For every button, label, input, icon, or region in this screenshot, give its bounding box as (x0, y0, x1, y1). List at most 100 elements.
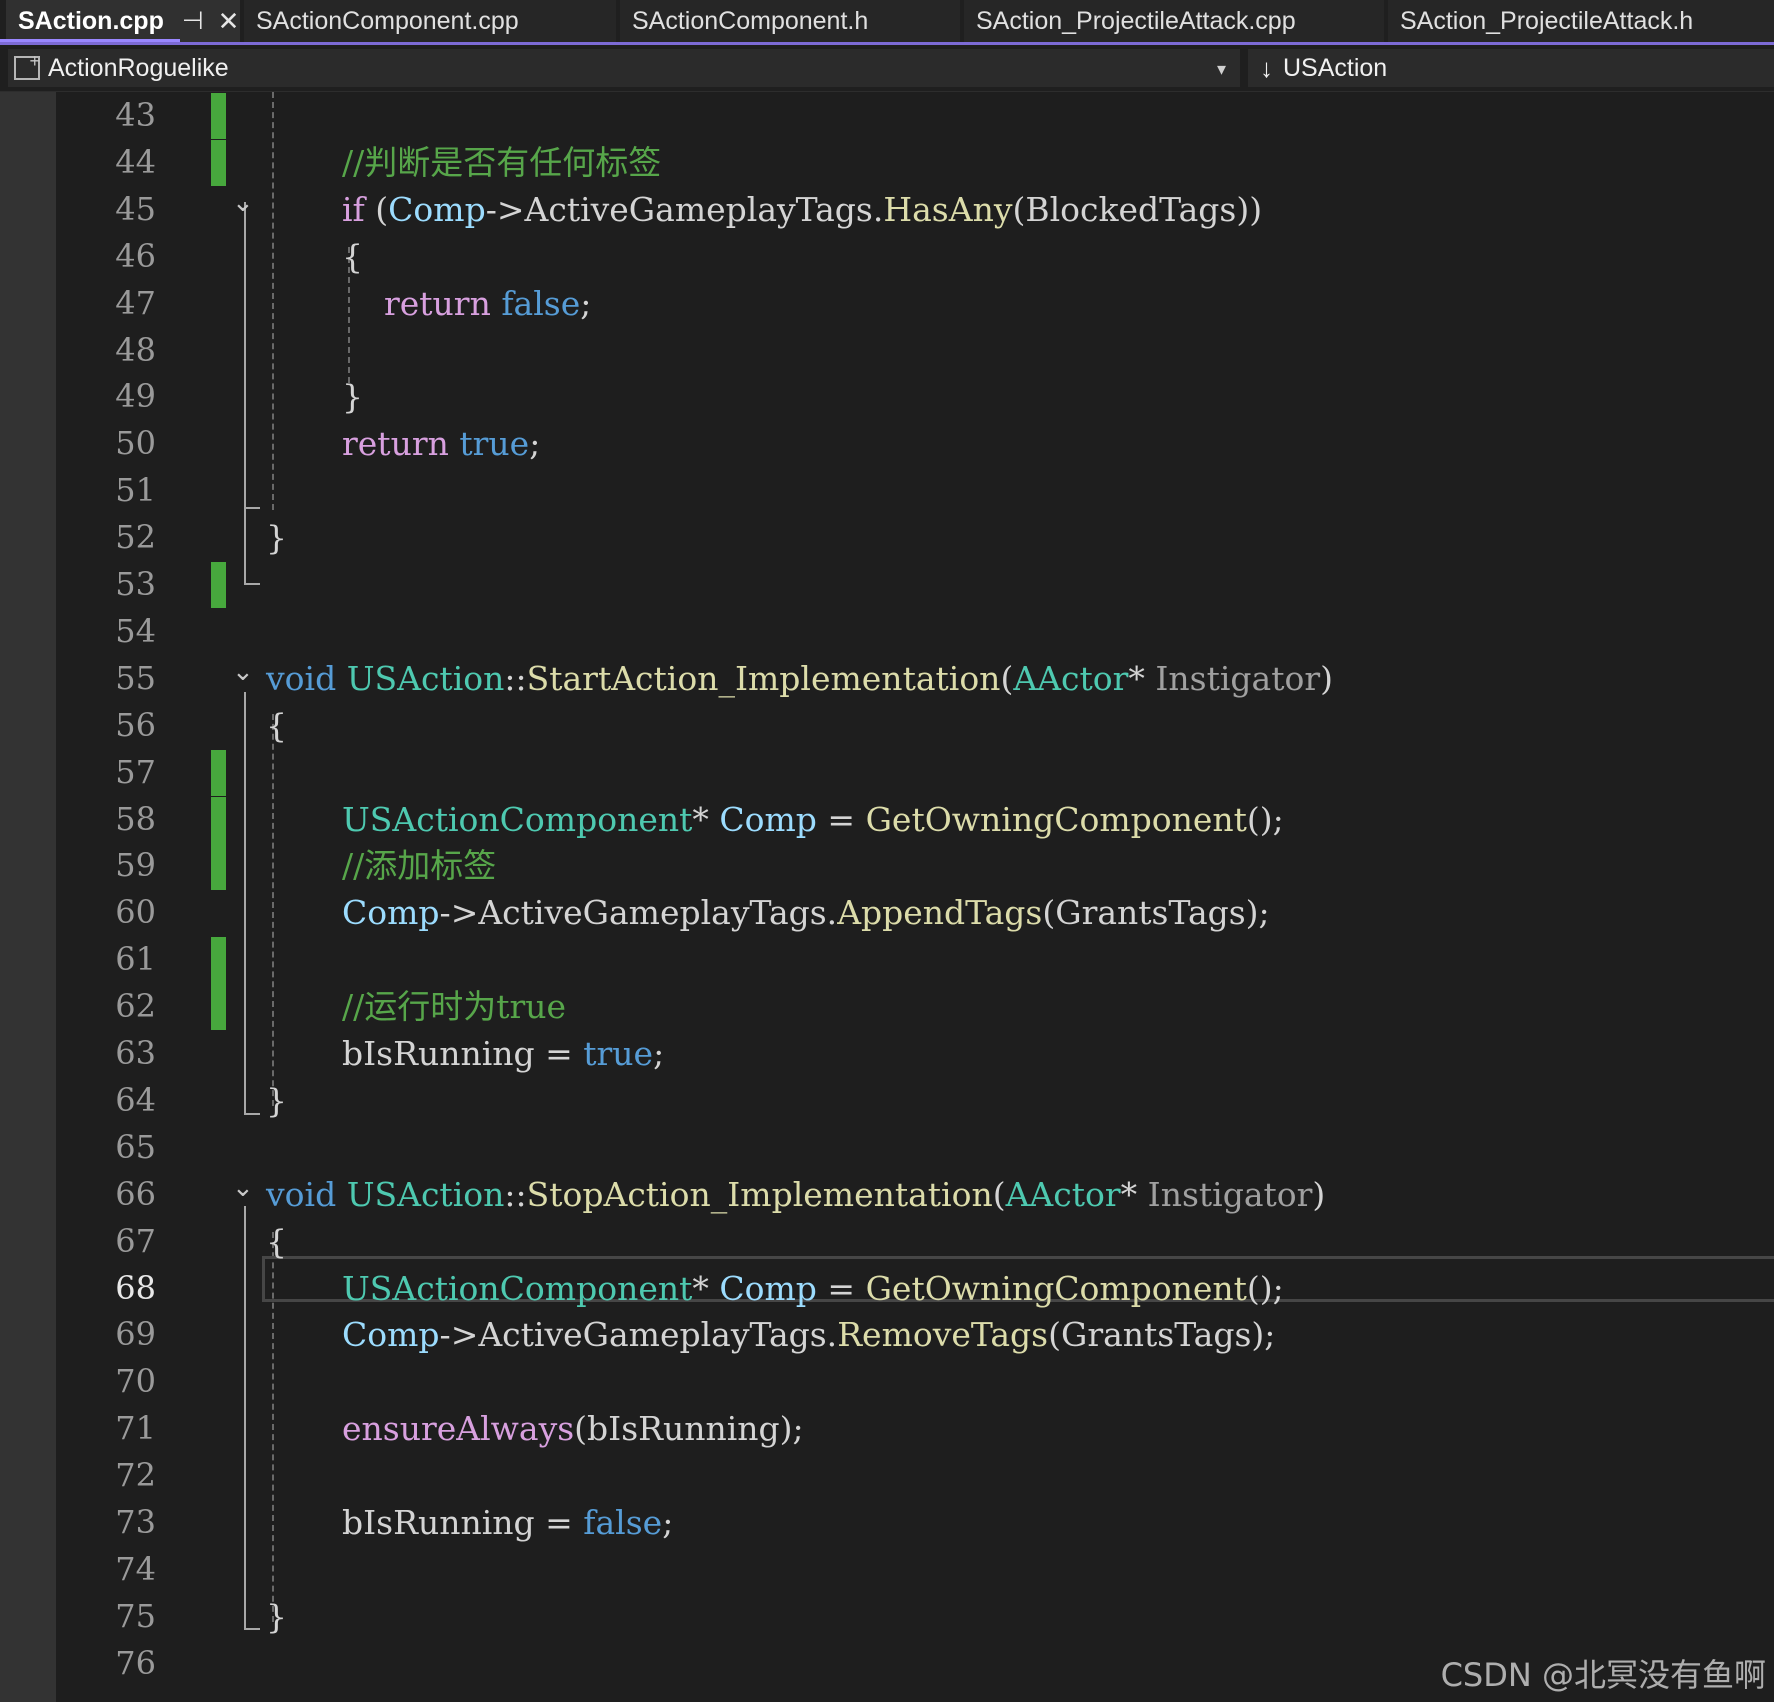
code-line[interactable]: ensureAlways(bIsRunning); (342, 1405, 804, 1452)
code-line[interactable]: { (266, 702, 287, 749)
code-token: ; (529, 424, 541, 464)
fold-region-end (244, 1628, 260, 1630)
code-line[interactable]: return false; (342, 280, 591, 327)
code-token: false (583, 1503, 663, 1542)
line-number: 65 (115, 1127, 156, 1166)
line-number: 62 (115, 987, 156, 1026)
code-line[interactable]: USActionComponent* Comp = GetOwningCompo… (342, 1265, 1284, 1312)
line-number: 72 (115, 1456, 156, 1495)
code-line[interactable]: } (266, 1077, 287, 1124)
code-line[interactable]: //添加标签 (342, 842, 496, 889)
code-token: StopAction_Implementation (526, 1174, 993, 1214)
navigation-bar: ActionRoguelike ▾ ↓ USAction (0, 45, 1774, 92)
code-line[interactable]: bIsRunning = false; (342, 1499, 673, 1546)
tab-saction-projectileattack-cpp[interactable]: SAction_ProjectileAttack.cpp (964, 0, 1384, 42)
code-token: = (816, 1268, 866, 1308)
code-line[interactable]: //判断是否有任何标签 (342, 139, 661, 186)
line-number: 51 (115, 471, 156, 510)
indent-guide (272, 714, 274, 1106)
arrow-down-icon: ↓ (1260, 52, 1273, 83)
code-token: { (342, 236, 363, 276)
code-token: (GrantsTags); (1042, 893, 1270, 933)
code-token: (); (1246, 1268, 1284, 1308)
code-token: GetOwningComponent (865, 1268, 1247, 1308)
change-indicator (211, 984, 226, 1031)
code-token: Instigator (1147, 1174, 1313, 1214)
line-number: 52 (115, 518, 156, 557)
code-token: bIsRunning = (342, 1034, 584, 1073)
tab-label: SAction.cpp (18, 6, 164, 35)
code-line[interactable]: return true; (342, 420, 540, 467)
pin-icon[interactable]: ⊣ (182, 6, 204, 36)
code-token: } (266, 1596, 287, 1636)
code-line[interactable]: bIsRunning = true; (342, 1030, 664, 1077)
close-icon[interactable]: ✕ (218, 6, 240, 37)
code-token: (BlockedTags)) (1012, 189, 1263, 229)
project-dropdown[interactable]: ActionRoguelike ▾ (8, 49, 1240, 87)
code-token: true (459, 424, 530, 464)
tab-sactioncomponent-cpp[interactable]: SActionComponent.cpp (244, 0, 616, 42)
line-number: 49 (115, 377, 156, 416)
line-number: 55 (115, 658, 156, 697)
tab-sactioncomponent-h[interactable]: SActionComponent.h (620, 0, 960, 42)
code-token: { (266, 1221, 287, 1261)
code-line[interactable]: //运行时为true (342, 983, 566, 1030)
line-number: 46 (115, 236, 156, 275)
tab-saction-projectileattack-h[interactable]: SAction_ProjectileAttack.h (1388, 0, 1774, 42)
line-number: 75 (115, 1596, 156, 1635)
code-token: USActionComponent (342, 799, 693, 839)
line-number: 47 (115, 283, 156, 322)
tab-label: SActionComponent.h (632, 6, 869, 35)
code-line[interactable]: } (266, 514, 287, 561)
code-token: } (266, 1080, 287, 1120)
line-number: 71 (115, 1409, 156, 1448)
line-number: 70 (115, 1362, 156, 1401)
line-number: 50 (115, 424, 156, 463)
code-token: ) (1320, 658, 1333, 698)
code-line[interactable]: Comp->ActiveGameplayTags.RemoveTags(Gran… (342, 1311, 1275, 1358)
code-token: Instigator (1155, 658, 1321, 698)
code-line[interactable]: } (266, 1593, 287, 1640)
change-indicator (211, 139, 226, 187)
code-line[interactable]: { (342, 233, 363, 280)
line-number: 66 (115, 1174, 156, 1213)
code-token: * (692, 1268, 720, 1308)
code-token: ; (662, 1503, 674, 1542)
line-number: 53 (115, 565, 156, 603)
project-label: ActionRoguelike (48, 53, 229, 82)
chevron-down-icon[interactable]: ▾ (1217, 59, 1226, 80)
line-number: 74 (115, 1549, 156, 1588)
line-number: 57 (115, 752, 156, 791)
code-token: ) (1312, 1174, 1326, 1214)
code-line[interactable]: if (Comp->ActiveGameplayTags.HasAny(Bloc… (342, 186, 1262, 233)
code-line[interactable]: void USAction::StopAction_Implementation… (266, 1171, 1325, 1218)
code-token: Comp (388, 189, 486, 229)
code-line[interactable]: USActionComponent* Comp = GetOwningCompo… (342, 796, 1284, 843)
fold-chevron-icon[interactable]: ⌄ (232, 649, 254, 696)
tab-label: SActionComponent.cpp (256, 6, 519, 35)
code-line[interactable]: } (342, 373, 363, 420)
member-dropdown[interactable]: ↓ USAction (1248, 49, 1774, 87)
code-line[interactable]: void USAction::StartAction_Implementatio… (266, 655, 1333, 702)
tab-bar: SAction.cpp ⊣ ✕ SActionComponent.cpp SAc… (0, 0, 1774, 45)
code-token: return (342, 424, 449, 464)
fold-chevron-icon[interactable]: ⌄ (232, 1165, 254, 1212)
change-indicator (211, 93, 226, 140)
code-line[interactable]: Comp->ActiveGameplayTags.AppendTags(Gran… (342, 889, 1270, 936)
line-number: 64 (115, 1080, 156, 1119)
line-number: 56 (115, 705, 156, 744)
code-token: //判断是否有任何标签 (342, 142, 662, 182)
code-line[interactable]: { (266, 1218, 287, 1265)
line-number: 69 (115, 1315, 156, 1354)
code-token: } (266, 518, 287, 558)
tab-saction-cpp[interactable]: SAction.cpp ⊣ ✕ (6, 0, 240, 42)
code-token: * (692, 799, 720, 839)
line-number: 54 (115, 611, 156, 650)
fold-chevron-icon[interactable]: ⌄ (232, 180, 254, 227)
fold-region-end (244, 583, 260, 585)
code-token: ->ActiveGameplayTags. (485, 189, 884, 229)
indent-guide (272, 92, 274, 510)
code-editor[interactable]: 43 44 45 46 47 48 49 50 51 52 53 54 55 56 57 58 59 60 61 62… (0, 92, 1774, 1702)
